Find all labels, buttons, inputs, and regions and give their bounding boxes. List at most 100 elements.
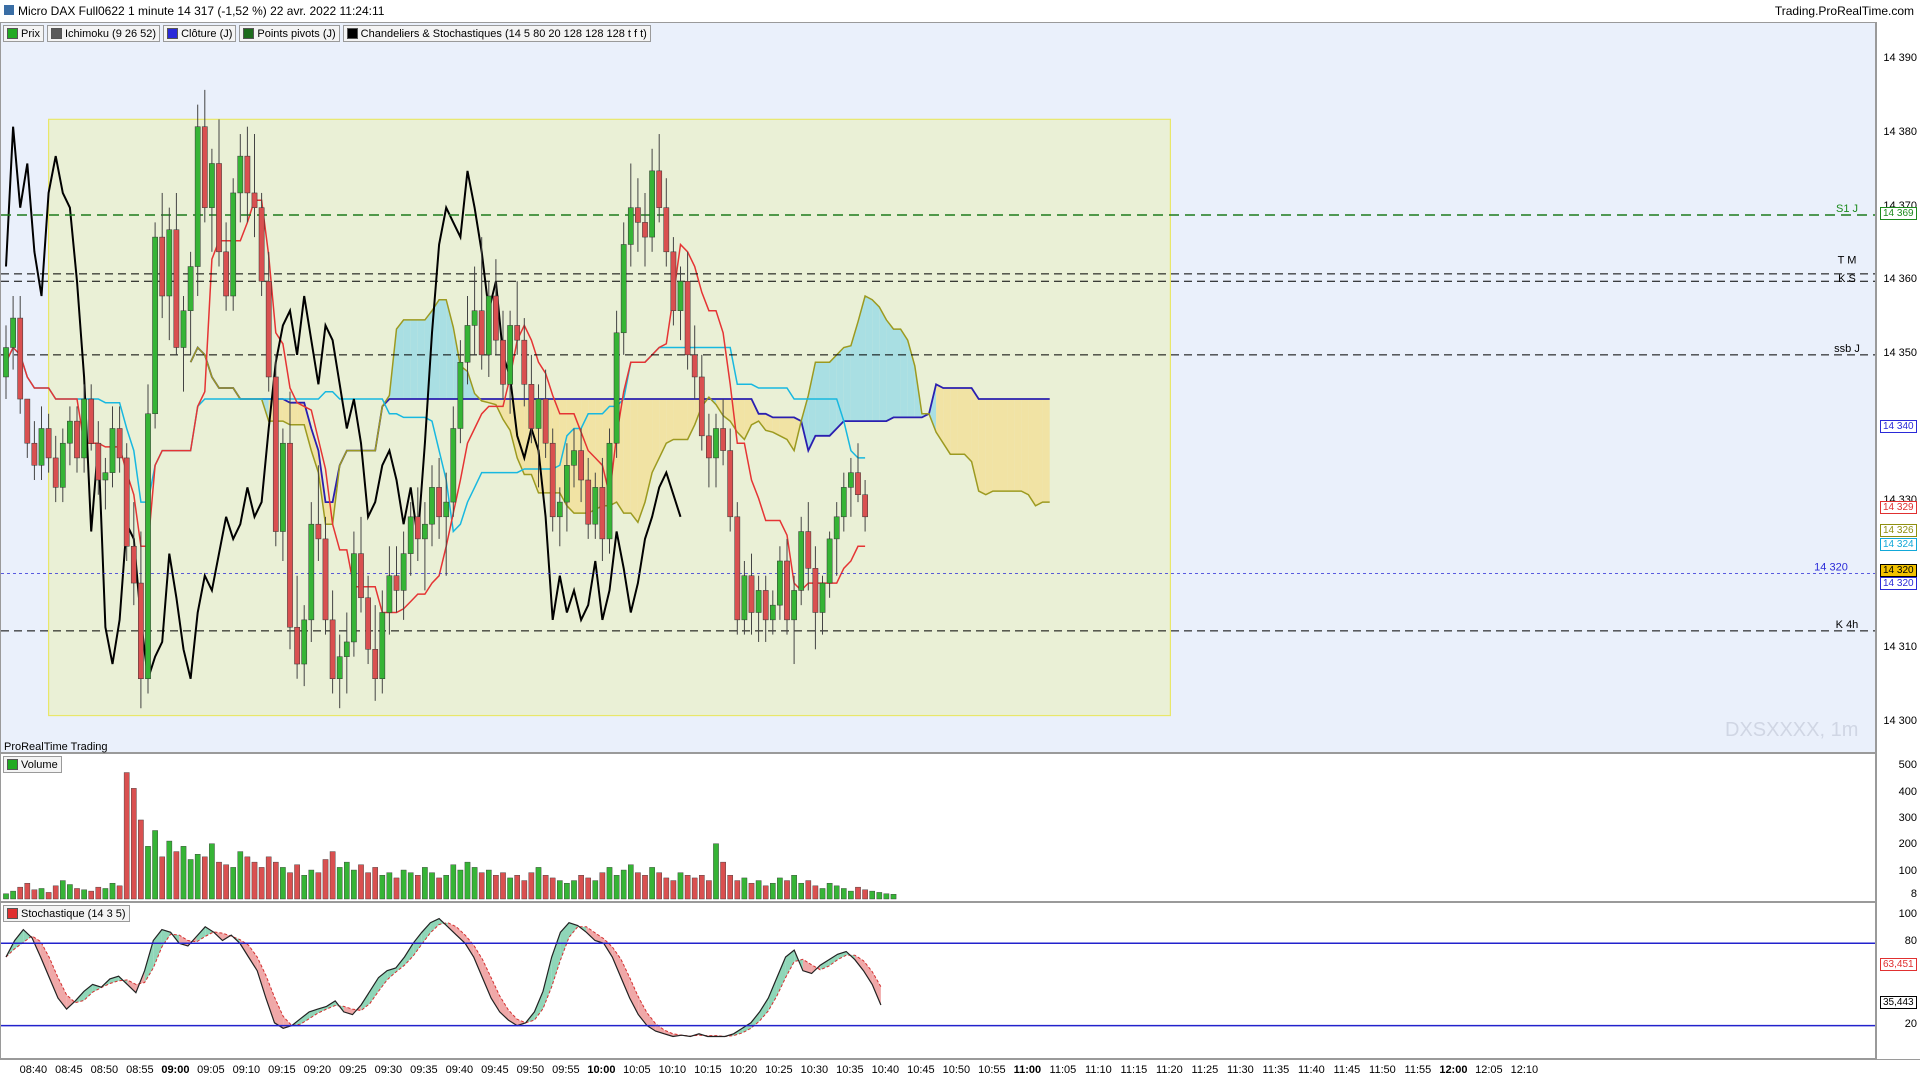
- volume-bar: [471, 867, 478, 900]
- candle-body: [152, 236, 158, 415]
- legend-item[interactable]: Chandeliers & Stochastiques (14 5 80 20 …: [342, 25, 651, 42]
- site-label[interactable]: Trading.ProRealTime.com: [1775, 4, 1914, 18]
- volume-bar: [322, 859, 329, 900]
- time-axis[interactable]: 08:40 08:45 08:50 08:55 09:00 09:05 09:10 09:15…: [0, 1059, 1920, 1081]
- time-label: 09:05: [197, 1064, 225, 1076]
- volume-bar: [486, 869, 492, 900]
- cloud-segment: [630, 399, 638, 523]
- candle-body: [606, 442, 613, 540]
- volume-axis[interactable]: 500 400 300 200 100 8: [1876, 753, 1920, 902]
- stoch-fill: [543, 957, 552, 1009]
- legend-item[interactable]: Prix: [3, 25, 44, 42]
- candle-body: [38, 428, 45, 466]
- cloud-segment: [396, 319, 404, 400]
- volume-bar: [706, 880, 712, 900]
- volume-bar: [17, 886, 24, 900]
- candle-body: [237, 155, 244, 194]
- volume-bar: [130, 788, 137, 900]
- candle-body: [201, 126, 208, 208]
- candle-body: [649, 170, 655, 238]
- legend-swatch: [243, 28, 255, 39]
- candle-body: [159, 236, 166, 297]
- volume-bar: [429, 872, 435, 900]
- legend-item[interactable]: Stochastique (14 3 5): [3, 905, 130, 922]
- legend-item[interactable]: Points pivots (J): [239, 25, 340, 42]
- volume-bar: [187, 859, 194, 900]
- volume-bar: [670, 880, 677, 900]
- stochastic-panel[interactable]: Stochastique (14 3 5): [0, 902, 1876, 1059]
- volume-bar: [315, 872, 322, 900]
- volume-bar: [287, 872, 293, 900]
- stoch-fill: [776, 957, 786, 996]
- stoch-tag: 35,443: [1880, 996, 1917, 1010]
- candle-body: [564, 465, 570, 503]
- volume-bar: [500, 872, 506, 900]
- volume-bar: [265, 856, 272, 900]
- stoch-tick-label: 100: [1898, 907, 1917, 920]
- candle-body: [698, 376, 705, 437]
- volume-bar: [10, 890, 16, 900]
- legend-swatch: [7, 759, 18, 770]
- cloud-segment: [843, 345, 851, 422]
- volume-bar: [258, 867, 265, 900]
- volume-bar: [521, 880, 528, 900]
- brand-label: ProRealTime Trading: [4, 741, 108, 753]
- legend-item[interactable]: Ichimoku (9 26 52): [46, 25, 161, 42]
- time-label: 11:50: [1369, 1064, 1396, 1076]
- stoch-fill: [551, 932, 561, 987]
- volume-bar: [294, 864, 300, 900]
- cloud-segment: [1021, 399, 1029, 495]
- cloud-segment: [985, 399, 993, 495]
- window-title: Micro DAX Full0622 1 minute 14 317 (-1,5…: [18, 4, 385, 18]
- legend-item[interactable]: Clôture (J): [163, 25, 237, 42]
- volume-bar: [67, 884, 73, 900]
- candle-body: [31, 442, 38, 466]
- candle-body: [677, 281, 684, 311]
- volume-bar: [230, 867, 237, 900]
- volume-bar: [329, 851, 336, 900]
- time-label: 08:50: [90, 1064, 119, 1076]
- stochastic-axis[interactable]: 100 80 20 63,451 35,443: [1876, 902, 1920, 1059]
- volume-tick-label: 400: [1898, 785, 1917, 798]
- legend-item[interactable]: Volume: [3, 756, 62, 773]
- time-label: 11:55: [1404, 1064, 1432, 1076]
- volume-bar: [166, 840, 173, 900]
- legend-label: Stochastique (14 3 5): [21, 907, 126, 920]
- price-tick-label: 14 380: [1883, 126, 1917, 139]
- candle-body: [365, 597, 371, 650]
- volume-bar: [379, 875, 386, 900]
- candle-body: [17, 317, 24, 400]
- level-label: S1 J: [1836, 203, 1858, 215]
- volume-bar: [720, 861, 726, 900]
- candle-body: [500, 339, 506, 385]
- volume-bar: [514, 875, 520, 900]
- time-label: 09:25: [339, 1064, 367, 1076]
- time-label: 11:20: [1156, 1064, 1183, 1076]
- time-label: 10:45: [907, 1064, 935, 1076]
- symbol-watermark: DXSXXXX, 1m: [1725, 719, 1859, 741]
- volume-bar: [677, 872, 684, 900]
- volume-bar: [613, 875, 620, 900]
- cloud-segment: [1028, 399, 1036, 506]
- candle-body: [627, 207, 634, 245]
- price-panel[interactable]: S1 J T M K S ssb J 14 320 K 4h Prix Ichimoku (…: [0, 22, 1876, 753]
- candle-body: [74, 420, 80, 459]
- volume-panel[interactable]: Volume: [0, 753, 1876, 902]
- candle-body: [777, 560, 783, 606]
- candle-body: [407, 516, 414, 554]
- candle-body: [485, 295, 492, 356]
- volume-bar: [855, 886, 861, 900]
- volume-bar: [876, 892, 883, 900]
- legend-swatch: [50, 28, 62, 39]
- time-label: 10:50: [942, 1064, 971, 1076]
- volume-bar: [585, 877, 591, 900]
- time-label: 10:10: [658, 1064, 687, 1076]
- candle-body: [258, 207, 265, 282]
- volume-bar: [450, 864, 457, 900]
- candle-body: [535, 398, 542, 429]
- price-legend: Prix Ichimoku (9 26 52) Clôture (J) Points …: [3, 25, 651, 42]
- price-axis[interactable]: 14 39014 38014 37014 36014 35014 34014 3…: [1876, 22, 1920, 753]
- time-label: 09:10: [232, 1064, 261, 1076]
- volume-bar: [24, 882, 31, 900]
- candle-body: [848, 472, 854, 488]
